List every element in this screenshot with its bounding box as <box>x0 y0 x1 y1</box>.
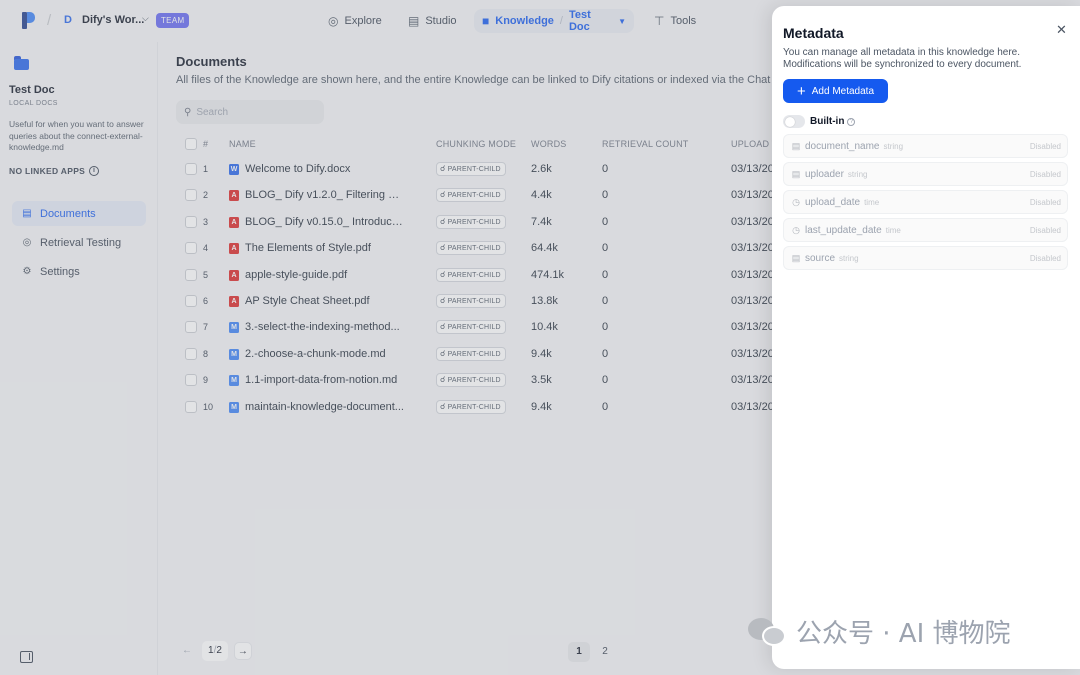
text-field-icon: ▤ <box>791 253 801 263</box>
metadata-name-text: upload_date <box>805 197 861 208</box>
metadata-name: uploader string <box>805 169 867 180</box>
plus-icon: + <box>796 82 806 100</box>
metadata-type: string <box>883 142 904 151</box>
metadata-name-text: uploader <box>805 169 844 180</box>
drawer-title: Metadata <box>783 25 844 41</box>
metadata-name-text: last_update_date <box>805 225 882 236</box>
metadata-type: string <box>847 170 868 179</box>
metadata-status: Disabled <box>1029 254 1061 263</box>
wechat-logo-icon <box>748 616 788 648</box>
drawer-description: You can manage all metadata in this know… <box>783 47 1022 70</box>
metadata-type: string <box>839 254 859 263</box>
metadata-item: ◷ last_update_date time Disabled <box>783 218 1068 242</box>
metadata-name: source string <box>805 253 859 264</box>
metadata-status: Disabled <box>1029 226 1061 235</box>
metadata-status: Disabled <box>1029 142 1061 151</box>
metadata-name-text: document_name <box>805 141 880 152</box>
metadata-name: last_update_date time <box>805 225 901 236</box>
metadata-type: time <box>864 198 880 207</box>
clock-icon: ◷ <box>792 197 800 207</box>
metadata-status: Disabled <box>1029 198 1061 207</box>
metadata-type: time <box>885 226 901 235</box>
text-field-icon: ▤ <box>791 169 801 179</box>
metadata-drawer: Metadata ✕ You can manage all metadata i… <box>772 6 1080 669</box>
metadata-name: document_name string <box>805 141 903 152</box>
metadata-name-text: source <box>805 253 836 264</box>
builtin-label: Built-in ? <box>810 116 856 127</box>
watermark: 公众号 · AI 博物院 <box>748 613 1011 650</box>
metadata-item: ◷ upload_date time Disabled <box>783 190 1068 214</box>
metadata-status: Disabled <box>1029 170 1061 179</box>
watermark-text: 公众号 · AI 博物院 <box>796 619 1011 649</box>
help-icon[interactable]: ? <box>847 117 856 126</box>
builtin-toggle[interactable] <box>783 115 805 128</box>
metadata-item: ▤ source string Disabled <box>783 246 1068 270</box>
add-metadata-button[interactable]: + Add Metadata <box>783 79 888 103</box>
close-icon[interactable]: ✕ <box>1056 22 1067 38</box>
text-field-icon: ▤ <box>791 141 801 151</box>
metadata-item: ▤ document_name string Disabled <box>783 134 1068 158</box>
clock-icon: ◷ <box>792 225 800 235</box>
builtin-label-text: Built-in <box>810 116 845 127</box>
metadata-name: upload_date time <box>805 197 879 208</box>
metadata-item: ▤ uploader string Disabled <box>783 162 1068 186</box>
add-metadata-label: Add Metadata <box>811 85 875 97</box>
